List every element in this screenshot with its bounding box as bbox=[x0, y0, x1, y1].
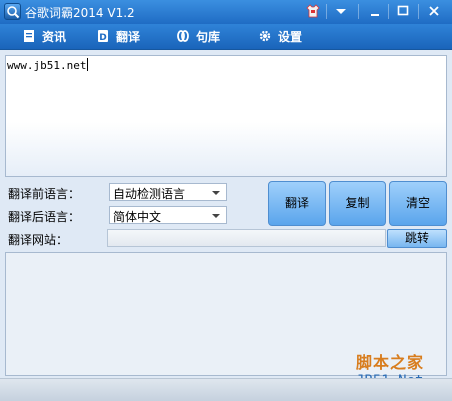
translate-site-label: 翻译网站： bbox=[8, 233, 69, 247]
menu-dropdown-button[interactable] bbox=[330, 2, 352, 20]
maximize-button[interactable] bbox=[392, 2, 414, 20]
window-title: 谷歌词霸2014 V1.2 bbox=[25, 6, 135, 20]
toolbar-info-button[interactable]: 资讯 bbox=[22, 28, 66, 46]
source-text: www.jb51.net bbox=[7, 59, 87, 72]
divider bbox=[388, 4, 389, 19]
title-bar[interactable]: 谷歌词霸2014 V1.2 bbox=[0, 0, 452, 24]
source-language-value: 自动检测语言 bbox=[113, 187, 186, 201]
toolbar-library-label: 句库 bbox=[196, 30, 221, 44]
source-language-select[interactable]: 自动检测语言 bbox=[109, 183, 227, 201]
divider bbox=[326, 4, 327, 19]
toolbar: 资讯 D 翻译 句库 设置 bbox=[0, 24, 452, 50]
copy-button[interactable]: 复制 bbox=[329, 181, 386, 226]
status-bar bbox=[0, 378, 452, 401]
toolbar-translate-label: 翻译 bbox=[116, 30, 141, 44]
svg-text:D: D bbox=[99, 33, 106, 43]
translate-button[interactable]: 翻译 bbox=[268, 181, 326, 226]
jump-button[interactable]: 跳转 bbox=[387, 229, 447, 248]
source-text-input[interactable]: www.jb51.net bbox=[5, 55, 447, 177]
watermark-title: 脚本之家 bbox=[356, 353, 425, 372]
translate-icon: D bbox=[96, 29, 110, 43]
target-language-select[interactable]: 简体中文 bbox=[109, 206, 227, 224]
chevron-down-icon bbox=[212, 191, 220, 195]
library-icon bbox=[176, 29, 190, 43]
target-language-value: 简体中文 bbox=[113, 210, 162, 224]
toolbar-info-label: 资讯 bbox=[42, 30, 67, 44]
divider bbox=[358, 4, 359, 19]
toolbar-settings-button[interactable]: 设置 bbox=[258, 28, 302, 46]
app-window: 谷歌词霸2014 V1.2 资讯 D 翻译 句库 设置 www.jb51.net… bbox=[0, 0, 452, 401]
translate-site-input[interactable] bbox=[107, 229, 386, 247]
skin-icon[interactable] bbox=[304, 2, 322, 20]
clear-button[interactable]: 清空 bbox=[389, 181, 447, 226]
gear-icon bbox=[258, 29, 272, 43]
toolbar-settings-label: 设置 bbox=[278, 30, 303, 44]
toolbar-library-button[interactable]: 句库 bbox=[176, 28, 220, 46]
divider bbox=[418, 4, 419, 19]
magnifier-icon bbox=[4, 3, 21, 20]
toolbar-translate-button[interactable]: D 翻译 bbox=[96, 28, 140, 46]
chevron-down-icon bbox=[212, 214, 220, 218]
document-icon bbox=[22, 29, 36, 43]
close-button[interactable] bbox=[422, 2, 446, 20]
text-caret bbox=[87, 58, 89, 71]
source-language-label: 翻译前语言： bbox=[8, 187, 81, 201]
minimize-button[interactable] bbox=[364, 2, 386, 20]
target-language-label: 翻译后语言： bbox=[8, 210, 81, 224]
